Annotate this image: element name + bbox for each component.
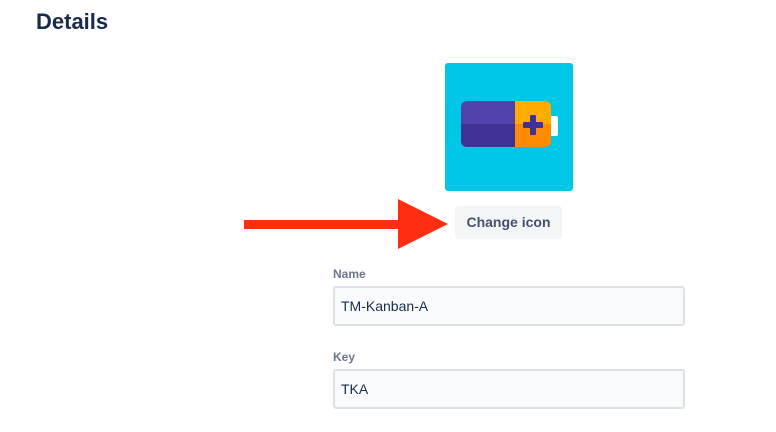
project-avatar [445, 63, 573, 191]
page-title: Details [36, 9, 109, 34]
red-arrow-icon [240, 195, 452, 255]
project-details-page: Details Change icon Name Key [0, 0, 776, 432]
name-field[interactable] [333, 286, 685, 326]
key-field[interactable] [333, 369, 685, 409]
battery-plus-icon [445, 63, 573, 191]
name-field-label: Name [333, 267, 366, 281]
key-field-label: Key [333, 350, 356, 364]
change-icon-button[interactable]: Change icon [455, 206, 562, 239]
